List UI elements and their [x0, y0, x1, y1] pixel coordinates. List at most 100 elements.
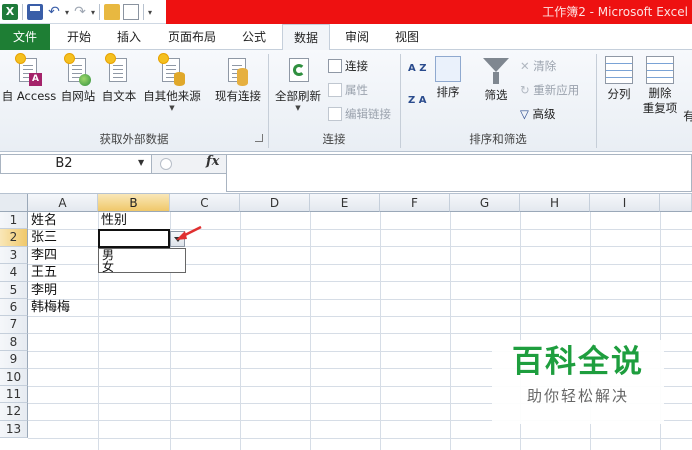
- redo-icon[interactable]: ↷: [72, 4, 88, 20]
- properties-button[interactable]: 属性: [328, 80, 368, 100]
- name-box-dropdown-icon[interactable]: ▼: [138, 158, 144, 167]
- group-label-sort-filter: 排序和筛选: [469, 132, 527, 146]
- gridline: [28, 281, 692, 283]
- column-header-a[interactable]: A: [28, 194, 98, 212]
- tab-review[interactable]: 审阅: [334, 24, 380, 50]
- new-document-icon[interactable]: [123, 4, 140, 20]
- resize-handle-icon[interactable]: [160, 158, 172, 170]
- qat-separator: [99, 4, 101, 20]
- reapply-button[interactable]: ↻ 重新应用: [520, 80, 579, 100]
- cell-a5[interactable]: 李明: [28, 282, 57, 299]
- remove-duplicates-label-2: 重复项: [642, 101, 678, 115]
- cell-b1[interactable]: 性别: [98, 212, 127, 229]
- text-to-columns-icon: [605, 56, 633, 84]
- refresh-all-button[interactable]: 全部刷新 ▼: [272, 56, 324, 112]
- remove-duplicates-button[interactable]: 删除 重复项: [640, 56, 680, 116]
- row-header-12[interactable]: 12: [0, 403, 28, 421]
- cell-a6[interactable]: 韩梅梅: [28, 299, 70, 316]
- tab-view[interactable]: 视图: [384, 24, 430, 50]
- from-text-label: 自文本: [101, 89, 137, 103]
- customize-qat-icon[interactable]: ▾: [148, 8, 152, 17]
- column-header-h[interactable]: H: [520, 194, 590, 212]
- insert-function-icon[interactable]: fx: [206, 154, 219, 169]
- row-header-11[interactable]: 11: [0, 386, 28, 404]
- text-to-columns-button[interactable]: 分列: [600, 56, 638, 102]
- filter-label: 筛选: [484, 88, 508, 102]
- tab-file[interactable]: 文件: [0, 24, 50, 50]
- properties-icon: [328, 83, 342, 97]
- row-header-6[interactable]: 6: [0, 299, 28, 317]
- edit-links-label: 编辑链接: [345, 107, 391, 121]
- select-all-corner[interactable]: [0, 194, 28, 212]
- remove-duplicates-icon: [646, 56, 674, 84]
- name-box[interactable]: B2: [0, 154, 152, 174]
- refresh-all-label: 全部刷新: [275, 89, 321, 103]
- cell-a3[interactable]: 李四: [28, 247, 57, 264]
- connections-icon: [328, 59, 342, 73]
- column-header-d[interactable]: D: [240, 194, 310, 212]
- column-header-c[interactable]: C: [170, 194, 240, 212]
- excel-logo-icon[interactable]: X: [2, 4, 18, 20]
- column-header-g[interactable]: G: [450, 194, 520, 212]
- tab-data[interactable]: 数据: [282, 24, 330, 51]
- funnel-stem: [493, 72, 499, 84]
- from-other-sources-button[interactable]: 自其他来源 ▼: [140, 54, 204, 112]
- tab-page-layout[interactable]: 页面布局: [158, 24, 226, 50]
- formula-input[interactable]: [226, 154, 692, 192]
- group-separator: [596, 54, 597, 148]
- filter-button[interactable]: 筛选: [476, 56, 516, 103]
- from-text-button[interactable]: 自文本: [98, 54, 140, 104]
- gridline: [28, 316, 692, 317]
- column-header-j[interactable]: [660, 194, 692, 212]
- data-validation-button[interactable]: 有: [682, 108, 692, 124]
- sort-descending-button[interactable]: Z A: [406, 94, 428, 118]
- column-header-b[interactable]: B: [98, 194, 170, 212]
- tab-formulas[interactable]: 公式: [230, 24, 278, 50]
- ribbon-tabs: 文件 开始 插入 页面布局 公式 数据 审阅 视图: [0, 24, 692, 51]
- sort-button[interactable]: 排序: [430, 56, 466, 100]
- row-header-4[interactable]: 4: [0, 264, 28, 282]
- dropdown-option-female[interactable]: 女: [99, 261, 185, 273]
- from-access-button[interactable]: A 自 Access: [0, 54, 58, 104]
- row-header-7[interactable]: 7: [0, 316, 28, 334]
- row-header-2[interactable]: 2: [0, 229, 28, 247]
- redo-dropdown-icon[interactable]: ▾: [91, 8, 95, 17]
- row-header-3[interactable]: 3: [0, 246, 28, 265]
- cell-a2[interactable]: 张三: [28, 229, 57, 246]
- text-to-columns-label: 分列: [607, 87, 631, 101]
- row-header-8[interactable]: 8: [0, 333, 28, 352]
- chevron-down-icon: ▼: [295, 104, 301, 112]
- connections-button[interactable]: 连接: [328, 56, 368, 76]
- cell-a1[interactable]: 姓名: [28, 212, 57, 229]
- undo-dropdown-icon[interactable]: ▾: [65, 8, 69, 17]
- dialog-launcher-icon[interactable]: [255, 134, 263, 142]
- cell-a4[interactable]: 王五: [28, 264, 57, 281]
- column-header-e[interactable]: E: [310, 194, 380, 212]
- from-web-button[interactable]: 自网站: [58, 54, 98, 104]
- funnel-icon: [483, 58, 509, 72]
- worksheet-grid: A B C D E F G H I 1 2 3 4 5 6 7 8 9 10 1…: [0, 194, 692, 450]
- undo-icon[interactable]: ↶: [46, 4, 62, 20]
- tab-home[interactable]: 开始: [56, 24, 102, 50]
- refresh-icon: [285, 56, 311, 86]
- advanced-filter-button[interactable]: ▽ 高级: [520, 104, 556, 124]
- save-icon[interactable]: [27, 4, 43, 20]
- column-header-i[interactable]: I: [590, 194, 660, 212]
- connections-label: 连接: [345, 59, 368, 73]
- existing-connections-button[interactable]: 现有连接: [210, 56, 266, 104]
- data-validation-label: 有: [683, 109, 692, 123]
- open-folder-icon[interactable]: [104, 4, 121, 20]
- quick-access-toolbar: X ↶ ▾ ↷ ▾ ▾: [0, 0, 152, 24]
- row-header-9[interactable]: 9: [0, 351, 28, 369]
- active-cell-b2[interactable]: [98, 229, 170, 248]
- edit-links-button[interactable]: 编辑链接: [328, 104, 391, 124]
- row-header-1[interactable]: 1: [0, 212, 28, 230]
- row-header-5[interactable]: 5: [0, 281, 28, 299]
- row-header-10[interactable]: 10: [0, 368, 28, 386]
- column-header-f[interactable]: F: [380, 194, 450, 212]
- window-title: 工作簿2 - Microsoft Excel: [542, 5, 688, 19]
- sort-ascending-button[interactable]: A Z: [406, 62, 428, 86]
- clear-filter-button[interactable]: ✕ 清除: [520, 56, 556, 76]
- row-header-13[interactable]: 13: [0, 420, 28, 439]
- tab-insert[interactable]: 插入: [106, 24, 152, 50]
